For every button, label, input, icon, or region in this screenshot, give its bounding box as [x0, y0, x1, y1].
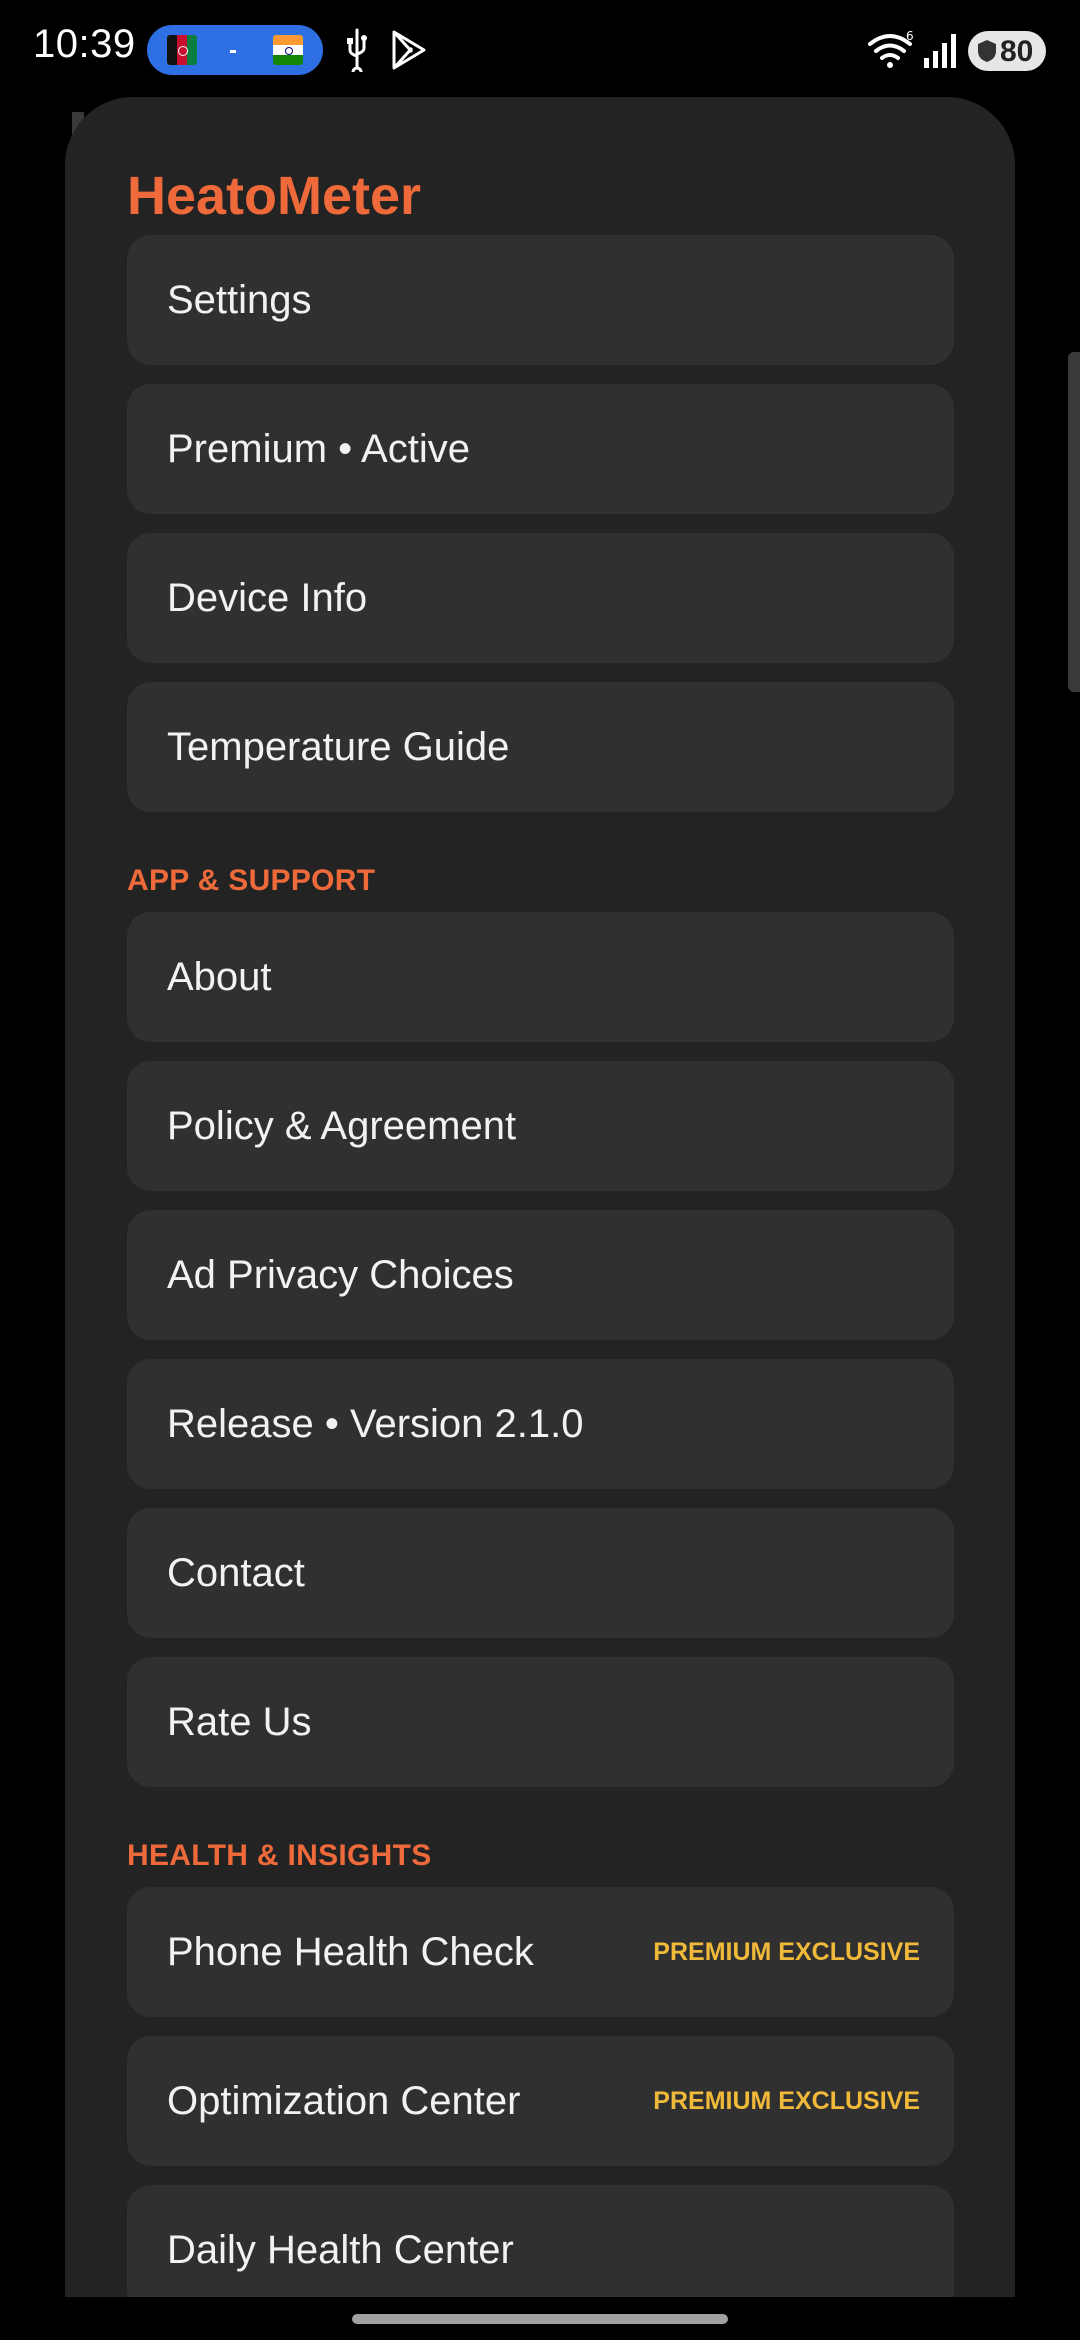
navigation-drawer: HeatoMeter Settings Premium • Active Dev…	[65, 97, 1015, 2297]
menu-item-label: Device Info	[167, 576, 368, 620]
premium-exclusive-badge: PREMIUM EXCLUSIVE	[653, 1938, 920, 1966]
menu-item-label: Daily Health Center	[167, 2228, 514, 2272]
section-header-health-insights: HEALTH & INSIGHTS	[127, 1839, 432, 1872]
menu-item-premium[interactable]: Premium • Active	[127, 384, 954, 514]
menu-item-rate-us[interactable]: Rate Us	[127, 1657, 954, 1787]
menu-item-label: Optimization Center	[167, 2079, 521, 2123]
menu-item-label: Settings	[167, 278, 312, 322]
wifi-badge: 6	[906, 30, 914, 43]
menu-item-settings[interactable]: Settings	[127, 235, 954, 365]
app-title: HeatoMeter	[127, 166, 422, 226]
flag-separator: -	[229, 37, 237, 64]
menu-item-label: Contact	[167, 1551, 305, 1595]
menu-item-optimization-center[interactable]: Optimization Center PREMIUM EXCLUSIVE	[127, 2036, 954, 2166]
menu-item-label: Phone Health Check	[167, 1930, 534, 1974]
menu-item-label: About	[167, 955, 272, 999]
home-indicator[interactable]	[352, 2314, 728, 2324]
menu-item-device-info[interactable]: Device Info	[127, 533, 954, 663]
shield-icon	[978, 40, 996, 62]
menu-item-label: Release • Version 2.1.0	[167, 1402, 584, 1446]
menu-item-label: Rate Us	[167, 1700, 312, 1744]
play-store-icon	[392, 30, 426, 70]
scroll-handle[interactable]	[1068, 352, 1080, 692]
menu-item-about[interactable]: About	[127, 912, 954, 1042]
menu-item-label: Ad Privacy Choices	[167, 1253, 514, 1297]
menu-item-release[interactable]: Release • Version 2.1.0	[127, 1359, 954, 1489]
status-time: 10:39	[33, 22, 136, 66]
battery-level: 80	[1000, 35, 1034, 68]
usb-icon	[347, 28, 367, 72]
india-flag-icon	[273, 35, 303, 65]
afghanistan-flag-icon	[167, 35, 197, 65]
menu-item-label: Policy & Agreement	[167, 1104, 517, 1148]
menu-item-contact[interactable]: Contact	[127, 1508, 954, 1638]
menu-item-phone-health-check[interactable]: Phone Health Check PREMIUM EXCLUSIVE	[127, 1887, 954, 2017]
menu-item-policy-agreement[interactable]: Policy & Agreement	[127, 1061, 954, 1191]
signal-icon	[924, 34, 956, 68]
menu-item-ad-privacy-choices[interactable]: Ad Privacy Choices	[127, 1210, 954, 1340]
wifi-icon: 6	[868, 30, 914, 68]
status-bar: 10:39 - 6 80	[0, 0, 1080, 100]
menu-item-label: Premium • Active	[167, 427, 470, 471]
battery-icon: 80	[968, 31, 1046, 71]
section-header-app-support: APP & SUPPORT	[127, 864, 376, 897]
menu-item-daily-health-center[interactable]: Daily Health Center	[127, 2185, 954, 2297]
flags-pill[interactable]: -	[147, 25, 323, 75]
menu-item-label: Temperature Guide	[167, 725, 510, 769]
menu-item-temperature-guide[interactable]: Temperature Guide	[127, 682, 954, 812]
premium-exclusive-badge: PREMIUM EXCLUSIVE	[653, 2087, 920, 2115]
